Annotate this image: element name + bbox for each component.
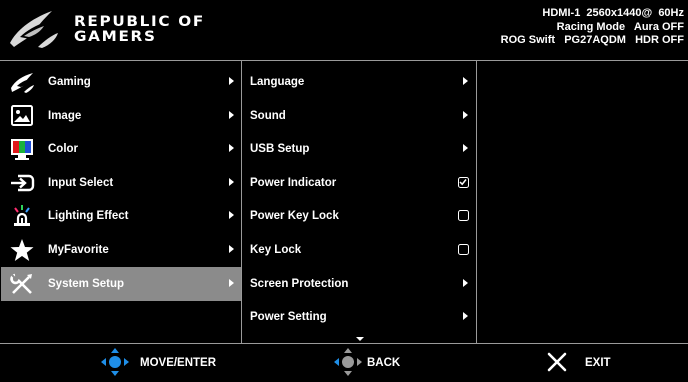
- menu-label-color: Color: [48, 143, 79, 155]
- status-panel: HDMI-1 2560x1440@ 60Hz Racing Mode Aura …: [501, 7, 684, 48]
- menu-item-color[interactable]: Color: [1, 132, 241, 166]
- menu-label-image: Image: [48, 110, 82, 122]
- back-label: BACK: [367, 357, 401, 369]
- menu-item-gaming[interactable]: Gaming: [1, 65, 241, 99]
- menu-label-input-select: Input Select: [48, 177, 114, 189]
- chevron-right-icon: [229, 144, 234, 152]
- chevron-right-icon: [229, 211, 234, 219]
- chevron-right-icon: [229, 245, 234, 253]
- menu-label-gaming: Gaming: [48, 76, 91, 88]
- submenu-item-key-lock[interactable]: Key Lock: [243, 233, 475, 267]
- close-icon: [547, 352, 567, 372]
- wrench-screwdriver-icon: [10, 273, 32, 294]
- status-input-resolution: HDMI-1 2560x1440@ 60Hz: [542, 7, 684, 19]
- chevron-right-icon: [463, 77, 468, 85]
- brand-line-1: REPUBLIC OF: [74, 14, 205, 30]
- status-mode-aura: Racing Mode Aura OFF: [556, 20, 684, 33]
- menu-item-system-setup[interactable]: System Setup: [1, 267, 241, 301]
- color-icon: [11, 139, 33, 160]
- header: REPUBLIC OF GAMERS HDMI-1 2560x1440@ 60H…: [0, 0, 688, 58]
- move-enter-hint[interactable]: MOVE/ENTER: [98, 344, 238, 382]
- chevron-right-icon: [463, 279, 468, 287]
- chevron-right-icon: [463, 111, 468, 119]
- submenu-label-power-setting: Power Setting: [250, 311, 327, 323]
- submenu-item-screen-protection[interactable]: Screen Protection: [243, 267, 475, 301]
- power-indicator-checkbox[interactable]: [458, 177, 469, 188]
- chevron-right-icon: [463, 144, 468, 152]
- submenu-label-power-key-lock: Power Key Lock: [250, 210, 339, 222]
- submenu-item-language[interactable]: Language: [243, 65, 475, 99]
- chevron-right-icon: [229, 77, 234, 85]
- checkmark-icon: [459, 179, 467, 186]
- submenu-label-screen-protection: Screen Protection: [250, 278, 349, 290]
- menu-label-myfavorite: MyFavorite: [48, 244, 109, 256]
- submenu-label-sound: Sound: [250, 110, 286, 122]
- osd-menu: REPUBLIC OF GAMERS HDMI-1 2560x1440@ 60H…: [0, 0, 688, 382]
- back-hint[interactable]: BACK: [331, 344, 431, 382]
- brand-wordmark: REPUBLIC OF GAMERS: [74, 15, 205, 45]
- input-select-icon: [11, 174, 35, 192]
- menu-item-myfavorite[interactable]: MyFavorite: [1, 233, 241, 267]
- exit-hint[interactable]: EXIT: [546, 344, 626, 382]
- submenu-item-power-key-lock[interactable]: Power Key Lock: [243, 199, 475, 233]
- header-divider: [0, 60, 688, 61]
- key-lock-checkbox[interactable]: [458, 244, 469, 255]
- column-divider-2: [476, 60, 477, 343]
- status-model-hdr: ROG Swift PG27AQDM HDR OFF: [500, 34, 684, 46]
- submenu-item-power-setting[interactable]: Power Setting: [243, 300, 475, 334]
- rog-eye-icon: [11, 73, 34, 93]
- image-icon: [11, 105, 33, 126]
- chevron-right-icon: [229, 279, 234, 287]
- star-icon: [10, 239, 34, 261]
- menu-item-input-select[interactable]: Input Select: [1, 166, 241, 200]
- footer-key-guide: MOVE/ENTER BACK EXIT: [0, 344, 688, 382]
- chevron-right-icon: [229, 111, 234, 119]
- submenu-label-usb-setup: USB Setup: [250, 143, 310, 155]
- menu-label-lighting-effect: Lighting Effect: [48, 210, 129, 222]
- submenu-label-language: Language: [250, 76, 305, 88]
- submenu-item-sound[interactable]: Sound: [243, 99, 475, 133]
- submenu-label-power-indicator: Power Indicator: [250, 177, 337, 189]
- chevron-right-icon: [463, 312, 468, 320]
- column-divider-1: [241, 60, 242, 343]
- main-menu: Gaming Image Color Input Select Lighting…: [1, 65, 241, 343]
- brand-line-2: GAMERS: [74, 29, 157, 45]
- rog-logo-icon: [10, 11, 58, 48]
- menu-item-lighting-effect[interactable]: Lighting Effect: [1, 199, 241, 233]
- move-enter-label: MOVE/ENTER: [140, 357, 217, 369]
- joystick-all-directions-icon: [101, 348, 129, 376]
- scroll-down-icon[interactable]: [356, 337, 364, 341]
- power-key-lock-checkbox[interactable]: [458, 210, 469, 221]
- exit-label: EXIT: [585, 357, 611, 369]
- system-setup-submenu: Language Sound USB Setup Power Indicator…: [243, 65, 475, 343]
- menu-item-image[interactable]: Image: [1, 99, 241, 133]
- lighting-effect-icon: [14, 205, 30, 226]
- submenu-item-usb-setup[interactable]: USB Setup: [243, 132, 475, 166]
- menu-label-system-setup: System Setup: [48, 278, 125, 290]
- submenu-label-key-lock: Key Lock: [250, 244, 302, 256]
- chevron-right-icon: [229, 178, 234, 186]
- joystick-left-back-icon: [334, 348, 362, 376]
- submenu-item-power-indicator[interactable]: Power Indicator: [243, 166, 475, 200]
